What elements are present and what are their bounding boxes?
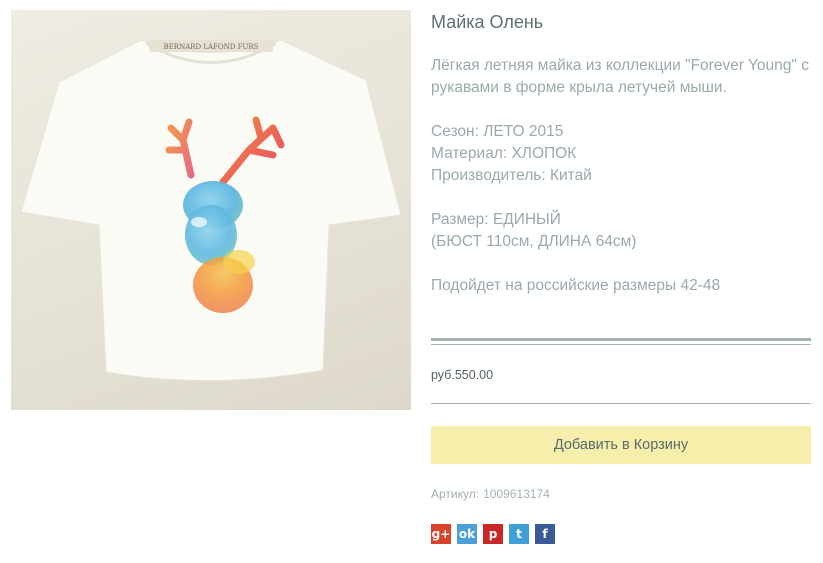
price-divider-top — [431, 338, 811, 345]
product-price: руб.550.00 — [431, 368, 494, 382]
desc-spacer — [431, 187, 811, 209]
product-title: Майка Олень — [431, 12, 544, 32]
desc-manufacturer: Производитель: Китай — [431, 167, 592, 184]
tshirt-illustration: BERNARD LAFOND FURS — [20, 39, 402, 382]
product-description: Лёгкая летняя майка из коллекции "Foreve… — [431, 55, 811, 297]
odnoklassniki-share-icon[interactable]: ok — [457, 524, 477, 544]
pinterest-share-icon[interactable]: p — [483, 524, 503, 544]
sku-label: Артикул: — [431, 487, 480, 501]
desc-season: Сезон: ЛЕТО 2015 — [431, 123, 564, 140]
price-divider-bottom — [431, 403, 811, 404]
desc-spacer — [431, 253, 811, 275]
twitter-share-icon[interactable]: t — [509, 524, 529, 544]
desc-russian-sizes: Подойдет на российские размеры 42-48 — [431, 277, 721, 294]
sku-value: 1009613174 — [483, 487, 550, 501]
facebook-share-icon[interactable]: f — [535, 524, 555, 544]
desc-size: Размер: ЕДИНЫЙ — [431, 211, 561, 228]
desc-spacer — [431, 99, 811, 121]
desc-line-1: Лёгкая летняя майка из коллекции "Foreve… — [431, 57, 809, 96]
add-to-cart-button[interactable]: Добавить в Корзину — [431, 426, 811, 464]
social-share-bar: g+ ok p t f — [431, 524, 555, 544]
desc-material: Материал: ХЛОПОК — [431, 145, 577, 162]
product-image[interactable]: BERNARD LAFOND FURS — [11, 10, 411, 410]
neck-label-text: BERNARD LAFOND FURS — [164, 43, 259, 51]
sku-row: Артикул: 1009613174 — [431, 487, 550, 501]
desc-measurements: (БЮСТ 110см, ДЛИНА 64см) — [431, 233, 637, 250]
google-plus-share-icon[interactable]: g+ — [431, 524, 451, 544]
